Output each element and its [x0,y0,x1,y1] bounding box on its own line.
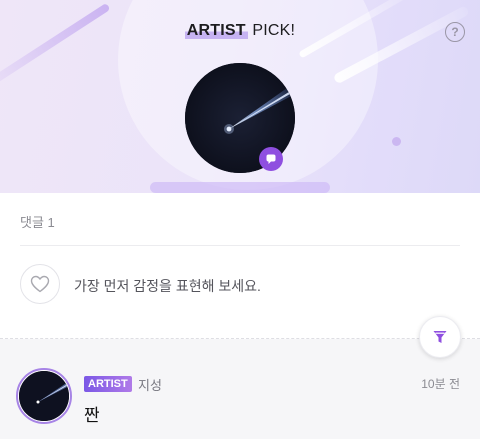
divider [20,245,460,246]
decorative-dot [392,137,401,146]
chat-bubble-icon[interactable] [259,147,283,171]
heart-outline-glyph [30,275,50,293]
page-title: ARTIST PICK! [0,22,480,40]
comment-author[interactable]: 지성 [138,375,162,394]
decorative-streak [332,5,470,85]
decorative-streak [0,2,111,100]
decorative-glow [150,182,330,193]
artist-pick-banner: ARTIST PICK! ? [0,0,480,193]
funnel-filter-icon [433,331,447,343]
title-rest: PICK! [247,22,296,39]
artist-badge: ARTIST [84,376,132,392]
comment-count: 댓글 1 [20,215,55,230]
comment-text: 짠 [84,406,100,425]
help-icon[interactable]: ? [445,22,465,42]
title-highlight: ARTIST [184,22,248,39]
avatar[interactable] [19,371,69,421]
chat-bubble-glyph [266,154,276,164]
comet-avatar-image [19,371,69,421]
comment-list [0,339,480,439]
emotion-prompt[interactable]: 가장 먼저 감정을 표현해 보세요. [74,276,261,296]
comment-time: 10분 전 [421,377,460,391]
filter-button[interactable] [419,316,461,358]
heart-icon[interactable] [20,264,60,304]
